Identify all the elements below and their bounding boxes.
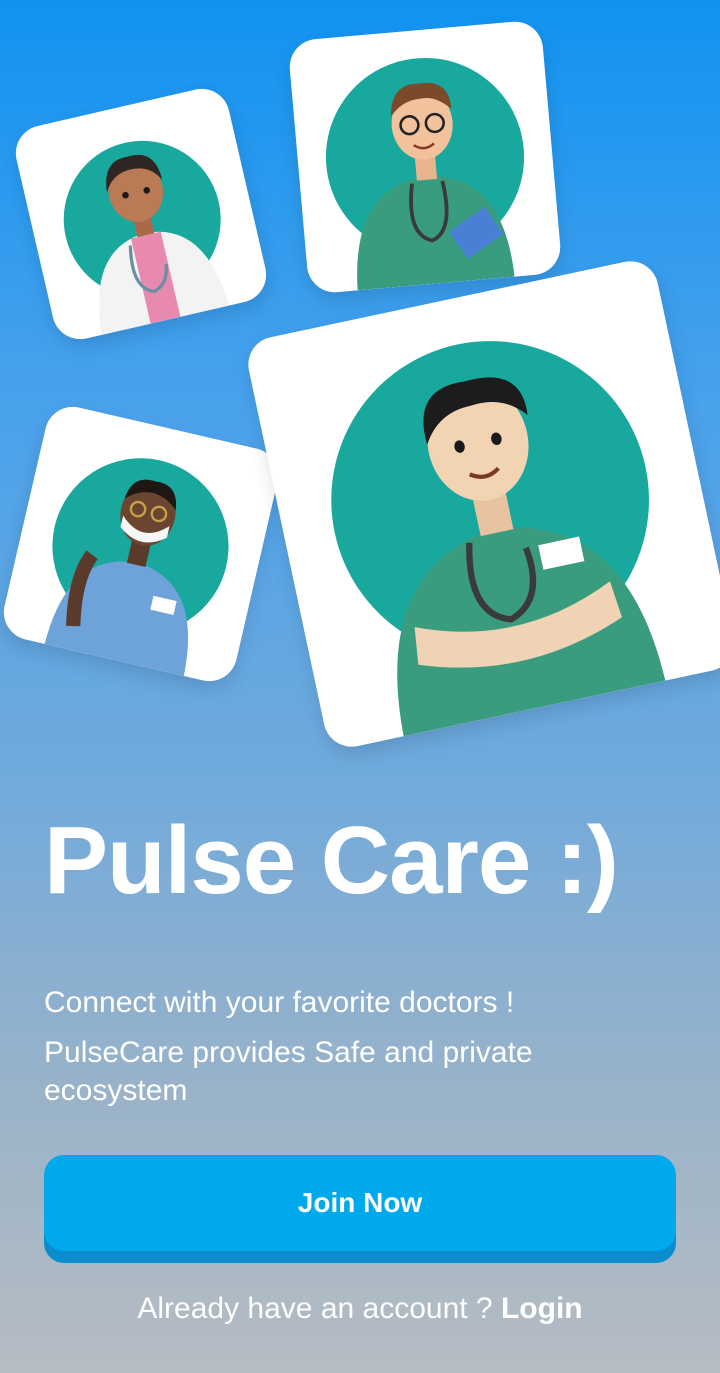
female-doctor-card [10, 83, 272, 345]
doctor-arms-crossed-avatar [331, 341, 666, 737]
tagline: Connect with your favorite doctors ! [44, 986, 515, 1019]
join-now-button[interactable]: Join Now [44, 1155, 676, 1251]
female-doctor-avatar [63, 140, 230, 335]
login-link[interactable]: Login [501, 1292, 583, 1325]
doctor-with-clipboard-avatar [325, 57, 525, 291]
login-prompt-text: Already have an account ? [137, 1292, 493, 1325]
doctor-with-clipboard-card [287, 19, 563, 295]
masked-nurse-card [0, 401, 284, 687]
login-prompt-row: Already have an account ? Login [0, 1292, 720, 1326]
doctor-arms-crossed-card [243, 256, 720, 752]
description-text: PulseCare provides Safe and private ecos… [44, 1036, 533, 1107]
masked-nurse-avatar [44, 458, 229, 677]
app-title: Pulse Care :) [44, 807, 619, 914]
